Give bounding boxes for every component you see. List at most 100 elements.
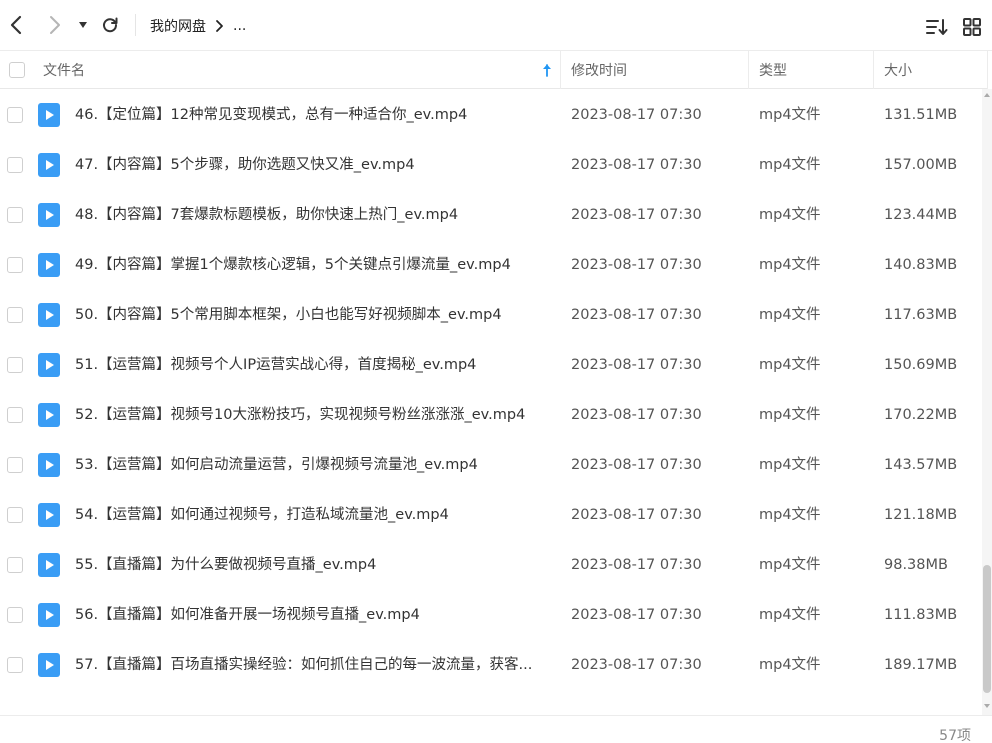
column-header-name[interactable]: 文件名 <box>43 51 85 89</box>
video-file-icon <box>38 653 60 677</box>
refresh-button[interactable] <box>98 13 122 37</box>
row-checkbox[interactable] <box>7 507 23 523</box>
row-checkbox[interactable] <box>7 357 23 373</box>
forward-button[interactable] <box>43 13 67 37</box>
file-type: mp4文件 <box>759 107 821 123</box>
file-mtime: 2023-08-17 07:30 <box>571 107 702 123</box>
file-mtime: 2023-08-17 07:30 <box>571 307 702 323</box>
file-size: 157.00MB <box>884 157 958 173</box>
select-all-checkbox[interactable] <box>9 51 25 89</box>
row-checkbox[interactable] <box>7 157 23 173</box>
file-mtime: 2023-08-17 07:30 <box>571 357 702 373</box>
row-checkbox[interactable] <box>7 407 23 423</box>
file-list: 45.【定位篇】想要赢在起跑线，必须知道的高价值定位模型_ev.mp42023-… <box>0 89 982 715</box>
video-file-icon <box>38 503 60 527</box>
file-size: 189.17MB <box>884 657 958 673</box>
file-type: mp4文件 <box>759 557 821 573</box>
file-name[interactable]: 53.【运营篇】如何启动流量运营，引爆视频号流量池_ev.mp4 <box>75 440 550 490</box>
sort-ascending-icon[interactable] <box>541 51 553 89</box>
file-mtime: 2023-08-17 07:30 <box>571 407 702 423</box>
file-name[interactable]: 57.【直播篇】百场直播实操经验：如何抓住自己的每一波流量，获客... <box>75 640 550 690</box>
file-mtime: 2023-08-17 07:30 <box>571 657 702 673</box>
file-name[interactable]: 55.【直播篇】为什么要做视频号直播_ev.mp4 <box>75 540 550 590</box>
column-header-type[interactable]: 类型 <box>759 51 787 89</box>
back-button[interactable] <box>4 13 28 37</box>
toolbar-divider <box>135 14 136 36</box>
row-checkbox[interactable] <box>7 257 23 273</box>
file-row[interactable]: 57.【直播篇】百场直播实操经验：如何抓住自己的每一波流量，获客... 2023-… <box>0 640 982 690</box>
file-mtime: 2023-08-17 07:30 <box>571 157 702 173</box>
row-checkbox[interactable] <box>7 457 23 473</box>
file-type: mp4文件 <box>759 307 821 323</box>
column-divider[interactable] <box>873 51 874 89</box>
file-row[interactable]: 51.【运营篇】视频号个人IP运营实战心得，首度揭秘_ev.mp4 2023-08… <box>0 340 982 390</box>
file-size: 117.63MB <box>884 307 958 323</box>
video-file-icon <box>38 553 60 577</box>
file-row[interactable]: 48.【内容篇】7套爆款标题模板，助你快速上热门_ev.mp4 2023-08-1… <box>0 190 982 240</box>
column-divider[interactable] <box>560 51 561 89</box>
file-type: mp4文件 <box>759 207 821 223</box>
file-name[interactable]: 51.【运营篇】视频号个人IP运营实战心得，首度揭秘_ev.mp4 <box>75 340 550 390</box>
grid-view-button[interactable] <box>961 16 983 38</box>
file-row[interactable]: 49.【内容篇】掌握1个爆款核心逻辑，5个关键点引爆流量_ev.mp4 2023-… <box>0 240 982 290</box>
row-checkbox[interactable] <box>7 307 23 323</box>
file-name[interactable]: 52.【运营篇】视频号10大涨粉技巧，实现视频号粉丝涨涨涨_ev.mp4 <box>75 390 550 440</box>
column-divider <box>987 51 988 89</box>
file-type: mp4文件 <box>759 507 821 523</box>
video-file-icon <box>38 453 60 477</box>
file-mtime: 2023-08-17 07:30 <box>571 257 702 273</box>
row-checkbox[interactable] <box>7 107 23 123</box>
file-row[interactable]: 47.【内容篇】5个步骤，助你选题又快又准_ev.mp4 2023-08-17 0… <box>0 140 982 190</box>
file-name[interactable]: 50.【内容篇】5个常用脚本框架，小白也能写好视频脚本_ev.mp4 <box>75 290 550 340</box>
file-name[interactable]: 56.【直播篇】如何准备开展一场视频号直播_ev.mp4 <box>75 590 550 640</box>
file-name[interactable]: 49.【内容篇】掌握1个爆款核心逻辑，5个关键点引爆流量_ev.mp4 <box>75 240 550 290</box>
file-size: 140.83MB <box>884 257 958 273</box>
breadcrumb-separator-icon <box>215 19 224 33</box>
file-type: mp4文件 <box>759 357 821 373</box>
row-checkbox[interactable] <box>7 557 23 573</box>
breadcrumb-more[interactable]: ... <box>233 18 246 34</box>
chevron-left-icon <box>10 15 22 35</box>
file-row[interactable]: 55.【直播篇】为什么要做视频号直播_ev.mp4 2023-08-17 07:3… <box>0 540 982 590</box>
caret-down-icon <box>79 22 87 28</box>
breadcrumb-root[interactable]: 我的网盘 <box>150 16 206 36</box>
file-row[interactable]: 52.【运营篇】视频号10大涨粉技巧，实现视频号粉丝涨涨涨_ev.mp4 2023… <box>0 390 982 440</box>
item-count: 57项 <box>939 728 971 743</box>
file-row[interactable]: 54.【运营篇】如何通过视频号，打造私域流量池_ev.mp4 2023-08-17… <box>0 490 982 540</box>
file-row[interactable]: 53.【运营篇】如何启动流量运营，引爆视频号流量池_ev.mp4 2023-08-… <box>0 440 982 490</box>
history-dropdown-button[interactable] <box>72 13 94 37</box>
column-header-size[interactable]: 大小 <box>884 51 912 89</box>
toolbar: 我的网盘 ... <box>0 0 992 51</box>
file-type: mp4文件 <box>759 607 821 623</box>
scrollbar-thumb[interactable] <box>983 565 991 693</box>
video-file-icon <box>38 403 60 427</box>
scroll-up-icon[interactable] <box>984 92 990 98</box>
file-name[interactable]: 54.【运营篇】如何通过视频号，打造私域流量池_ev.mp4 <box>75 490 550 540</box>
file-type: mp4文件 <box>759 157 821 173</box>
column-header-mtime[interactable]: 修改时间 <box>571 51 627 89</box>
file-name[interactable]: 46.【定位篇】12种常见变现模式，总有一种适合你_ev.mp4 <box>75 90 550 140</box>
file-row[interactable]: 50.【内容篇】5个常用脚本框架，小白也能写好视频脚本_ev.mp4 2023-0… <box>0 290 982 340</box>
sort-button[interactable] <box>926 16 948 38</box>
grid-view-icon <box>963 18 981 36</box>
row-checkbox[interactable] <box>7 657 23 673</box>
video-file-icon <box>38 603 60 627</box>
file-type: mp4文件 <box>759 257 821 273</box>
row-checkbox[interactable] <box>7 607 23 623</box>
file-size: 143.57MB <box>884 457 958 473</box>
video-file-icon <box>38 353 60 377</box>
file-type: mp4文件 <box>759 457 821 473</box>
file-mtime: 2023-08-17 07:30 <box>571 207 702 223</box>
sort-list-icon <box>926 19 948 35</box>
file-row[interactable]: 56.【直播篇】如何准备开展一场视频号直播_ev.mp4 2023-08-17 0… <box>0 590 982 640</box>
row-checkbox[interactable] <box>7 207 23 223</box>
file-name[interactable]: 47.【内容篇】5个步骤，助你选题又快又准_ev.mp4 <box>75 140 550 190</box>
file-name[interactable]: 48.【内容篇】7套爆款标题模板，助你快速上热门_ev.mp4 <box>75 190 550 240</box>
file-mtime: 2023-08-17 07:30 <box>571 507 702 523</box>
file-type: mp4文件 <box>759 657 821 673</box>
scroll-down-icon[interactable] <box>984 703 990 709</box>
file-row[interactable]: 46.【定位篇】12种常见变现模式，总有一种适合你_ev.mp4 2023-08-… <box>0 90 982 140</box>
video-file-icon <box>38 203 60 227</box>
file-mtime: 2023-08-17 07:30 <box>571 557 702 573</box>
column-divider[interactable] <box>748 51 749 89</box>
